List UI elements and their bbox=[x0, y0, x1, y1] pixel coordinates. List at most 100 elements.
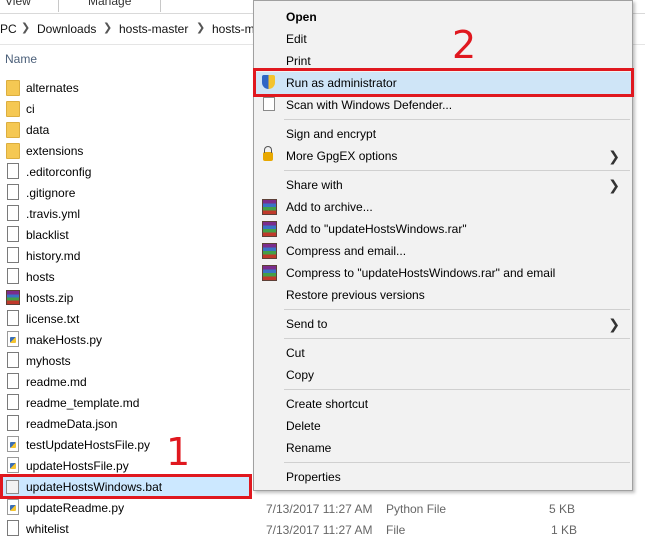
file-name: updateReadme.py bbox=[26, 501, 125, 515]
menu-item-label: Compress and email... bbox=[286, 244, 407, 258]
file-name: data bbox=[26, 123, 50, 137]
chevron-right-icon[interactable]: ❯ bbox=[196, 21, 205, 34]
menu-separator bbox=[284, 389, 630, 390]
file-name: .travis.yml bbox=[26, 207, 80, 221]
menu-item-label: Add to archive... bbox=[286, 200, 373, 214]
menu-separator bbox=[284, 338, 630, 339]
menu-item-open[interactable]: Open bbox=[254, 6, 632, 28]
file-row-updatereadme[interactable]: updateReadme.py bbox=[2, 497, 252, 518]
folder-icon bbox=[6, 143, 20, 159]
file-name: hosts.zip bbox=[26, 291, 74, 305]
step-1-label: 1 bbox=[166, 430, 191, 474]
file-row-hosts[interactable]: hosts bbox=[2, 266, 252, 287]
menu-item-restore-versions[interactable]: Restore previous versions bbox=[254, 284, 632, 306]
file-name: myhosts bbox=[26, 354, 71, 368]
document-icon bbox=[7, 205, 19, 221]
file-date: 7/13/2017 11:27 AM bbox=[266, 523, 373, 537]
file-row-extensions[interactable]: extensions bbox=[2, 140, 252, 161]
file-row-ci[interactable]: ci bbox=[2, 98, 252, 119]
file-name: testUpdateHostsFile.py bbox=[26, 438, 151, 452]
menu-item-compress-email[interactable]: Compress and email... bbox=[254, 240, 632, 262]
menu-item-copy[interactable]: Copy bbox=[254, 364, 632, 386]
file-row-myhosts[interactable]: myhosts bbox=[2, 350, 252, 371]
file-type: File bbox=[386, 523, 406, 537]
winrar-icon bbox=[262, 221, 277, 237]
breadcrumb-hosts-master[interactable]: hosts-master bbox=[119, 22, 188, 36]
menu-item-send-to[interactable]: Send to ❯ bbox=[254, 313, 632, 335]
file-row-history[interactable]: history.md bbox=[2, 245, 252, 266]
menu-item-label: Edit bbox=[286, 32, 307, 46]
file-row-whitelist[interactable]: whitelist bbox=[2, 518, 252, 539]
menu-item-label: Cut bbox=[286, 346, 305, 360]
python-file-icon bbox=[7, 331, 19, 347]
menu-item-delete[interactable]: Delete bbox=[254, 415, 632, 437]
python-file-icon bbox=[7, 436, 19, 452]
menu-item-cut[interactable]: Cut bbox=[254, 342, 632, 364]
menu-item-properties[interactable]: Properties bbox=[254, 466, 632, 488]
file-row-readme-template[interactable]: readme_template.md bbox=[2, 392, 252, 413]
file-row-travis[interactable]: .travis.yml bbox=[2, 203, 252, 224]
menu-item-gpgex-options[interactable]: More GpgEX options ❯ bbox=[254, 145, 632, 167]
document-icon bbox=[7, 226, 19, 242]
chevron-right-icon[interactable]: ❯ bbox=[21, 21, 30, 34]
step-1-highlight bbox=[0, 474, 252, 499]
document-icon bbox=[7, 352, 19, 368]
file-row-gitignore[interactable]: .gitignore bbox=[2, 182, 252, 203]
menu-separator bbox=[284, 170, 630, 171]
chevron-right-icon: ❯ bbox=[608, 148, 620, 164]
file-date: 7/13/2017 11:27 AM bbox=[266, 502, 373, 516]
text-file-icon bbox=[7, 310, 19, 326]
lock-icon bbox=[263, 146, 273, 161]
file-type: Python File bbox=[386, 502, 447, 516]
menu-item-sign-encrypt[interactable]: Sign and encrypt bbox=[254, 123, 632, 145]
file-name: ci bbox=[26, 102, 35, 116]
file-row-data[interactable]: data bbox=[2, 119, 252, 140]
menu-item-label: Scan with Windows Defender... bbox=[286, 98, 453, 112]
file-row-license[interactable]: license.txt bbox=[2, 308, 252, 329]
breadcrumb-hosts-m[interactable]: hosts-m bbox=[212, 22, 255, 36]
menu-item-add-to-rar[interactable]: Add to "updateHostsWindows.rar" bbox=[254, 218, 632, 240]
menu-item-rename[interactable]: Rename bbox=[254, 437, 632, 459]
document-icon bbox=[7, 415, 19, 431]
menu-item-label: More GpgEX options bbox=[286, 149, 398, 163]
file-name: .gitignore bbox=[26, 186, 76, 200]
menu-item-compress-rar-email[interactable]: Compress to "updateHostsWindows.rar" and… bbox=[254, 262, 632, 284]
ribbon-tab-manage[interactable]: Manage bbox=[88, 0, 131, 8]
menu-item-add-to-archive[interactable]: Add to archive... bbox=[254, 196, 632, 218]
file-row-makehosts[interactable]: makeHosts.py bbox=[2, 329, 252, 350]
breadcrumb-pc[interactable]: PC bbox=[0, 22, 17, 36]
file-name: makeHosts.py bbox=[26, 333, 103, 347]
file-name: readme_template.md bbox=[26, 396, 140, 410]
menu-item-label: Properties bbox=[286, 470, 341, 484]
file-row-readme[interactable]: readme.md bbox=[2, 371, 252, 392]
menu-item-edit[interactable]: Edit bbox=[254, 28, 632, 50]
column-name-header[interactable]: Name bbox=[5, 52, 37, 66]
breadcrumb-downloads[interactable]: Downloads bbox=[37, 22, 96, 36]
menu-item-scan-defender[interactable]: Scan with Windows Defender... bbox=[254, 94, 632, 116]
document-icon bbox=[7, 247, 19, 263]
menu-item-create-shortcut[interactable]: Create shortcut bbox=[254, 393, 632, 415]
winrar-icon bbox=[262, 243, 277, 259]
file-row-alternates[interactable]: alternates bbox=[2, 77, 252, 98]
file-row-testupdatehostsfile[interactable]: testUpdateHostsFile.py bbox=[2, 434, 252, 455]
ribbon-tab-view[interactable]: View bbox=[5, 0, 31, 8]
file-row-updatehostsfile[interactable]: updateHostsFile.py bbox=[2, 455, 252, 476]
folder-icon bbox=[6, 122, 20, 138]
file-row-readmedata[interactable]: readmeData.json bbox=[2, 413, 252, 434]
file-row-editorconfig[interactable]: .editorconfig bbox=[2, 161, 252, 182]
document-icon bbox=[7, 163, 19, 179]
step-2-label: 2 bbox=[452, 23, 477, 67]
menu-item-label: Rename bbox=[286, 441, 332, 455]
chevron-right-icon[interactable]: ❯ bbox=[103, 21, 112, 34]
menu-item-share-with[interactable]: Share with ❯ bbox=[254, 174, 632, 196]
file-row-hosts-zip[interactable]: hosts.zip bbox=[2, 287, 252, 308]
winrar-icon bbox=[262, 265, 277, 281]
file-name: updateHostsFile.py bbox=[26, 459, 129, 473]
folder-icon bbox=[6, 101, 20, 117]
windows-defender-icon bbox=[263, 97, 275, 111]
python-file-icon bbox=[7, 499, 19, 515]
file-name: license.txt bbox=[26, 312, 80, 326]
menu-item-label: Delete bbox=[286, 419, 321, 433]
document-icon bbox=[7, 268, 19, 284]
file-row-blacklist[interactable]: blacklist bbox=[2, 224, 252, 245]
